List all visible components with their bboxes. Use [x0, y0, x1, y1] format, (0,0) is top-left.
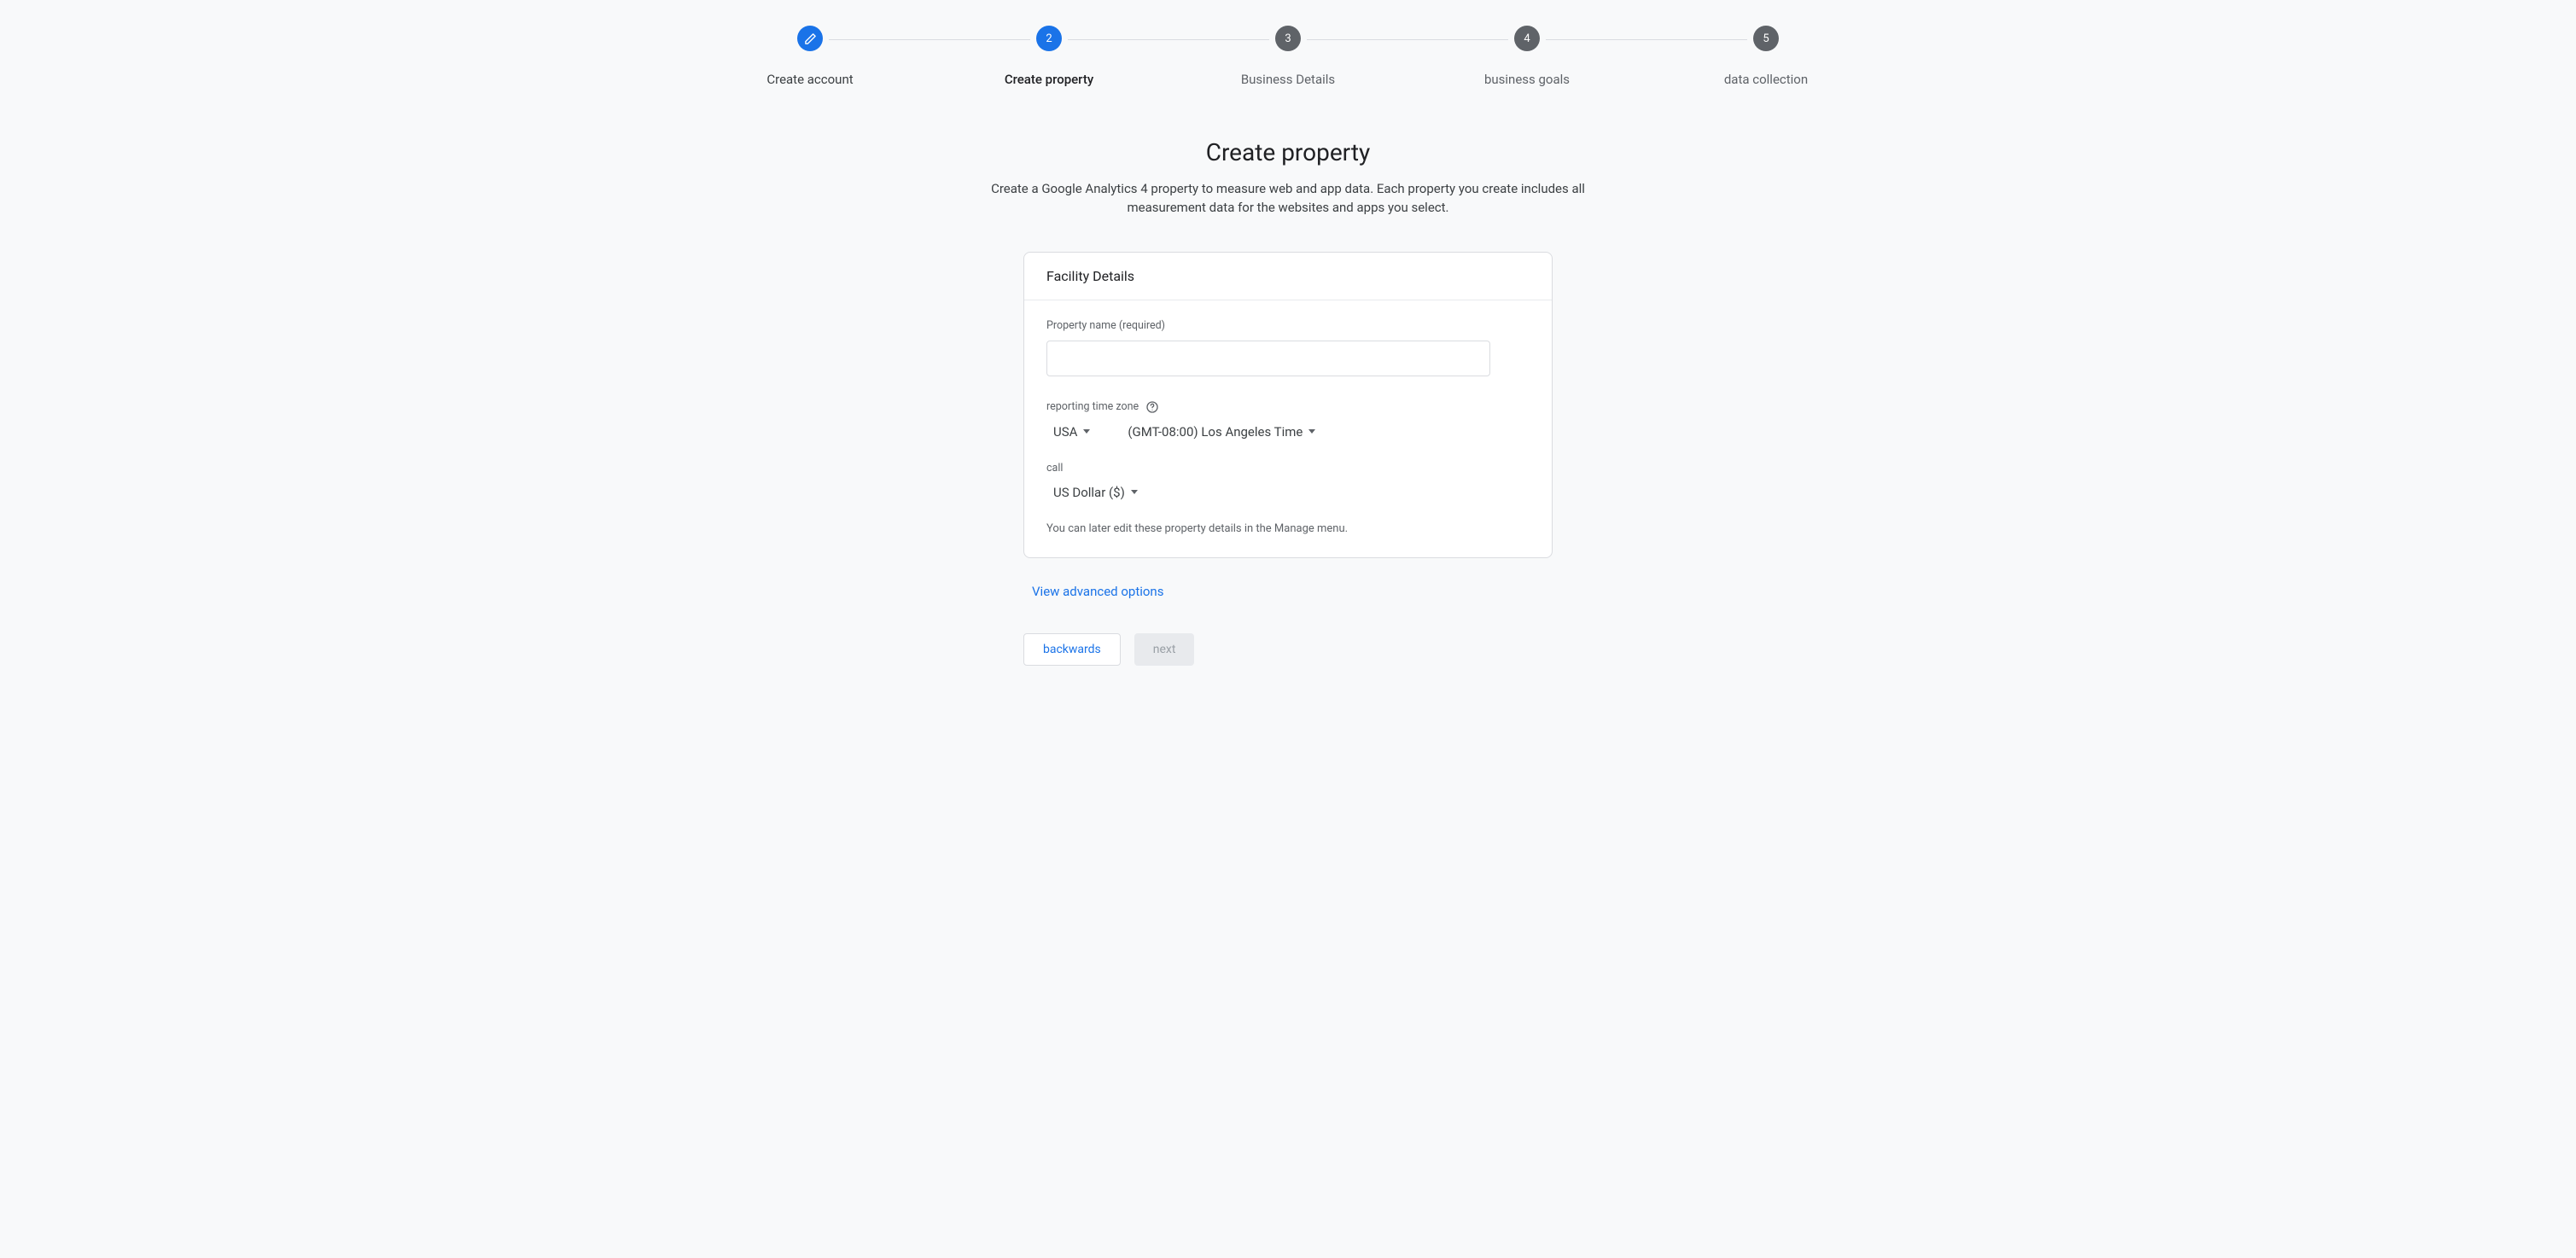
chevron-down-icon [1083, 429, 1090, 434]
stepper: Create account 2 Create property 3 Busin… [691, 26, 1885, 87]
step-create-account[interactable]: Create account [691, 26, 930, 87]
chevron-down-icon [1131, 490, 1138, 494]
view-advanced-options-link[interactable]: View advanced options [1023, 584, 1553, 599]
step-circle-pending: 3 [1275, 26, 1301, 51]
step-label: Business Details [1241, 72, 1335, 87]
page-subtitle: Create a Google Analytics 4 property to … [968, 180, 1608, 218]
step-circle-active: 2 [1036, 26, 1062, 51]
button-row: backwards next [1023, 633, 1553, 666]
step-circle-pending: 4 [1514, 26, 1540, 51]
currency-select[interactable]: US Dollar ($) [1046, 483, 1145, 502]
step-label: data collection [1724, 72, 1808, 87]
help-icon[interactable] [1145, 400, 1159, 414]
step-business-goals[interactable]: 4 business goals [1407, 26, 1646, 87]
card-footer-hint: You can later edit these property detail… [1046, 522, 1530, 535]
property-details-card: Facility Details Property name (required… [1023, 252, 1553, 558]
card-header: Facility Details [1024, 253, 1552, 300]
property-name-label: Property name (required) [1046, 319, 1530, 332]
step-label: business goals [1484, 72, 1570, 87]
step-data-collection[interactable]: 5 data collection [1646, 26, 1885, 87]
step-create-property[interactable]: 2 Create property [930, 26, 1169, 87]
pencil-icon [804, 32, 817, 45]
step-label: Create property [1005, 72, 1093, 87]
step-label: Create account [766, 72, 853, 87]
back-button[interactable]: backwards [1023, 633, 1121, 666]
country-select[interactable]: USA [1046, 422, 1097, 441]
step-circle-pending: 5 [1753, 26, 1779, 51]
main-content: Create property Create a Google Analytic… [968, 138, 1608, 666]
step-circle-completed [797, 26, 823, 51]
next-button[interactable]: next [1134, 633, 1195, 666]
timezone-select[interactable]: (GMT-08:00) Los Angeles Time [1121, 422, 1322, 441]
page-title: Create property [968, 138, 1608, 166]
chevron-down-icon [1308, 429, 1315, 434]
currency-label: call [1046, 462, 1530, 475]
property-name-input[interactable] [1046, 341, 1490, 376]
reporting-timezone-label: reporting time zone [1046, 400, 1530, 414]
step-business-details[interactable]: 3 Business Details [1169, 26, 1407, 87]
